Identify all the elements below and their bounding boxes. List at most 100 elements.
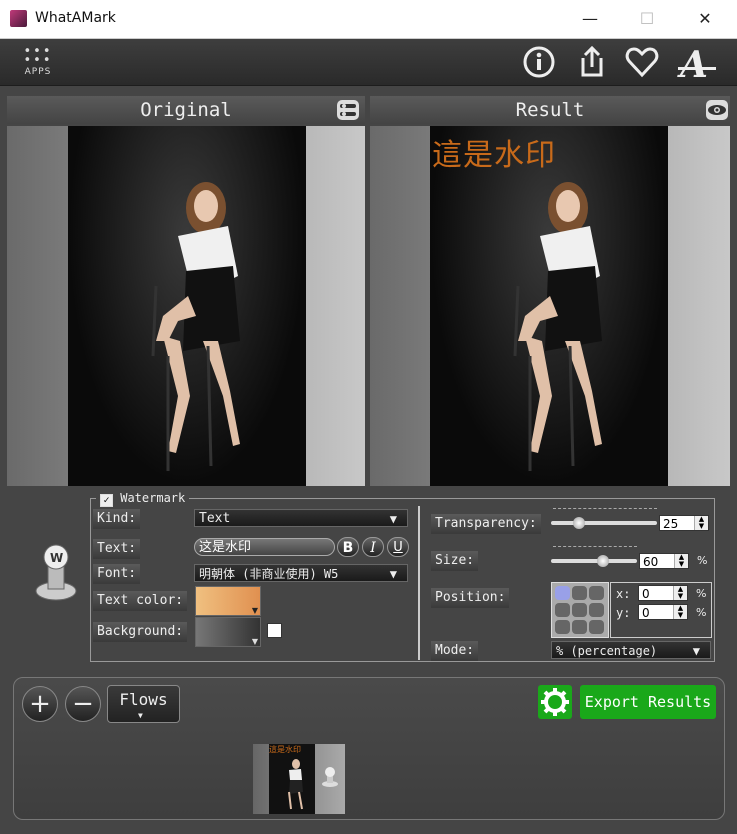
info-icon[interactable]	[521, 45, 557, 79]
original-viewport	[7, 126, 365, 486]
watermark-section: ✓ Watermark	[96, 490, 190, 507]
italic-button[interactable]: I	[362, 537, 384, 557]
position-cell-bottom-right[interactable]	[589, 620, 604, 634]
gear-icon	[541, 688, 569, 716]
position-label: Position:	[431, 588, 510, 608]
x-spinbox[interactable]: 0 ▲ ▼	[638, 585, 688, 601]
stamp-icon: W	[33, 543, 79, 603]
x-label: x:	[616, 587, 631, 601]
result-photo: 這是水印	[430, 126, 668, 486]
original-title: Original	[140, 99, 232, 121]
size-value: 60	[643, 555, 659, 569]
result-viewport: 這是水印	[370, 126, 730, 486]
position-cell-middle-right[interactable]	[589, 603, 604, 617]
original-panel-header: Original	[7, 96, 365, 124]
stamp-icon	[321, 766, 339, 788]
app-icon	[10, 10, 27, 27]
slider-knob[interactable]	[573, 517, 585, 529]
slider-knob[interactable]	[597, 555, 609, 567]
watermark-controls: W ✓ Watermark Kind: Text ▼ Text: 这是水印 B I…	[0, 488, 737, 668]
color-dropdown-arrow-icon: ▼	[251, 606, 258, 615]
transparency-ticks	[553, 508, 657, 513]
dropdown-arrow-icon: ▼	[389, 567, 397, 581]
original-photo	[68, 126, 306, 486]
compare-toggle-icon[interactable]	[337, 100, 359, 120]
position-cell-top-right[interactable]	[589, 586, 604, 600]
apps-button[interactable]: ••• ••• APPS	[18, 44, 58, 81]
export-results-button[interactable]: Export Results	[580, 685, 716, 719]
watermark-checkbox[interactable]: ✓	[100, 494, 113, 507]
size-label: Size:	[431, 551, 479, 571]
flows-panel: + − Flows ▼ Export Results 這是水印	[13, 677, 725, 820]
kind-label: Kind:	[93, 509, 141, 529]
transparency-slider[interactable]	[551, 517, 657, 529]
title-bar: WhatAMark — ☐ ✕	[0, 0, 737, 39]
underline-button[interactable]: U	[387, 537, 409, 557]
transparency-value: 25	[663, 517, 679, 531]
size-ticks	[553, 546, 637, 551]
y-value: 0	[642, 606, 650, 620]
spin-arrows-icon[interactable]: ▲ ▼	[694, 516, 708, 530]
kind-dropdown[interactable]: Text ▼	[194, 509, 408, 527]
background-label: Background:	[93, 622, 188, 642]
kind-value: Text	[199, 511, 231, 526]
size-spinbox[interactable]: 60 ▲ ▼	[639, 553, 689, 569]
size-unit: %	[697, 554, 708, 567]
svg-text:W: W	[50, 551, 63, 565]
column-divider	[418, 506, 420, 660]
x-value: 0	[642, 587, 650, 601]
bold-button[interactable]: B	[337, 537, 359, 557]
svg-text:A: A	[677, 45, 708, 81]
position-cell-bottom-left[interactable]	[555, 620, 570, 634]
text-label: Text:	[93, 539, 141, 559]
thumbnail-photo: 這是水印	[269, 744, 315, 814]
apps-grid-icon: ••• •••	[23, 44, 53, 68]
y-spinbox[interactable]: 0 ▲ ▼	[638, 604, 688, 620]
mode-dropdown[interactable]: % (percentage) ▼	[551, 641, 711, 659]
add-button[interactable]: +	[22, 686, 58, 722]
text-input[interactable]: 这是水印	[194, 538, 335, 556]
transparency-label: Transparency:	[431, 514, 541, 534]
flows-label: Flows	[119, 690, 168, 709]
spin-arrows-icon[interactable]: ▲ ▼	[673, 605, 687, 619]
maximize-button[interactable]: ☐	[622, 0, 672, 38]
text-color-label: Text color:	[93, 591, 188, 611]
transparency-spinbox[interactable]: 25 ▲ ▼	[659, 515, 709, 531]
color-dropdown-arrow-icon: ▼	[251, 637, 258, 646]
minimize-button[interactable]: —	[565, 0, 615, 38]
dropdown-arrow-icon: ▼	[692, 644, 700, 658]
close-button[interactable]: ✕	[680, 0, 730, 38]
toolbar: ••• ••• APPS A	[0, 39, 737, 86]
position-cell-middle-left[interactable]	[555, 603, 570, 617]
app-window: WhatAMark — ☐ ✕ ••• ••• APPS A Original R…	[0, 0, 737, 834]
background-color-swatch[interactable]: ▼	[195, 617, 261, 647]
position-cell-bottom-center[interactable]	[572, 620, 587, 634]
flows-button[interactable]: Flows ▼	[107, 685, 180, 723]
mode-value: % (percentage)	[556, 644, 658, 658]
settings-button[interactable]	[538, 685, 572, 719]
text-color-swatch[interactable]: ▼	[195, 586, 261, 616]
size-slider[interactable]	[551, 555, 637, 567]
position-cell-top-left[interactable]	[555, 586, 570, 600]
share-icon[interactable]	[574, 45, 610, 79]
y-label: y:	[616, 606, 631, 620]
font-value: 明朝体 (非商业使用) W5	[199, 567, 339, 581]
font-dropdown[interactable]: 明朝体 (非商业使用) W5 ▼	[194, 564, 408, 582]
position-grid	[551, 582, 609, 638]
spin-arrows-icon[interactable]: ▲ ▼	[674, 554, 688, 568]
result-title: Result	[515, 99, 585, 121]
heart-icon[interactable]	[624, 45, 660, 79]
remove-button[interactable]: −	[65, 686, 101, 722]
apps-label: APPS	[24, 67, 52, 77]
background-checkbox[interactable]	[267, 623, 282, 638]
position-cell-middle-center[interactable]	[572, 603, 587, 617]
font-label: Font:	[93, 564, 141, 584]
position-cell-top-center[interactable]	[572, 586, 587, 600]
eye-icon[interactable]	[706, 100, 728, 120]
y-unit: %	[696, 606, 707, 619]
window-title: WhatAMark	[35, 10, 116, 26]
flow-thumbnail[interactable]: 這是水印	[253, 744, 345, 814]
font-style-icon[interactable]: A	[676, 44, 720, 86]
spin-arrows-icon[interactable]: ▲ ▼	[673, 586, 687, 600]
watermark-section-label: Watermark	[120, 491, 186, 505]
